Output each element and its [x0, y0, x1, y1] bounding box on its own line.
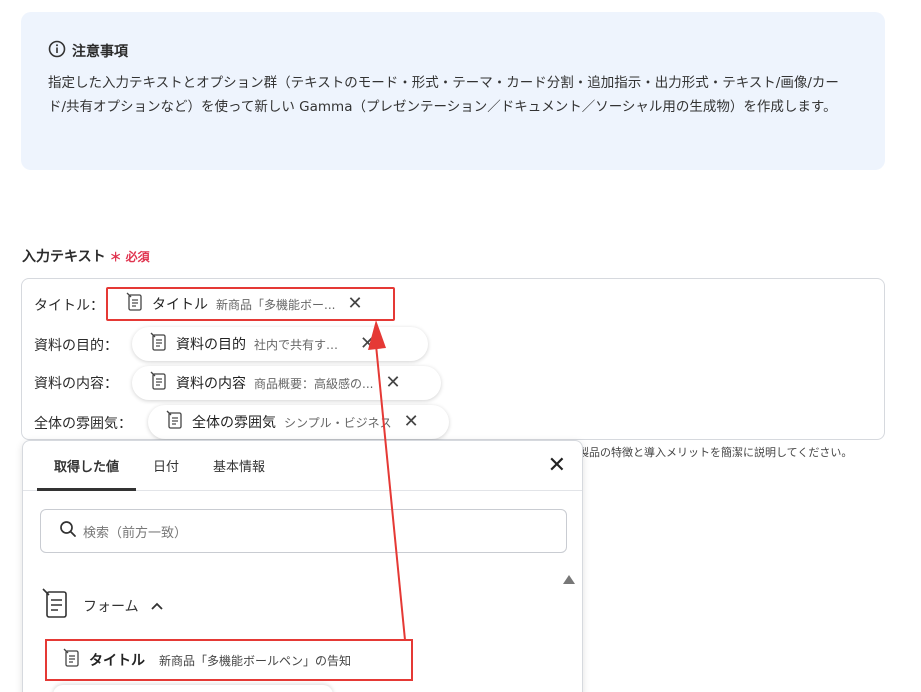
search-placeholder: 検索（前方一致） — [83, 525, 188, 541]
notice-title: 注意事項 — [72, 44, 128, 60]
form-document-icon — [166, 410, 184, 434]
chip-content[interactable]: 資料の内容 商品概要：高級感の... ✕ — [132, 366, 441, 400]
list-item-value: 新商品「多機能ボールペン」の告知 — [159, 653, 352, 668]
chip-content-label: 資料の内容 — [176, 376, 246, 392]
row-label-purpose: 資料の目的： — [34, 338, 118, 354]
row-label-mood: 全体の雰囲気： — [34, 416, 132, 432]
close-icon[interactable]: ✕ — [385, 374, 400, 392]
group-label: フォーム — [83, 599, 139, 615]
search-icon — [59, 520, 77, 542]
scroll-up-arrow-icon[interactable] — [563, 575, 575, 584]
picker-tabs: 取得した値 日付 基本情報 ✕ — [23, 441, 582, 491]
form-document-icon — [150, 332, 168, 356]
required-text: 必須 — [125, 249, 150, 264]
field-hint-text: 製品の特徴と導入メリットを簡潔に説明してください。 — [578, 446, 853, 459]
chip-content-value: 商品概要：高級感の... — [254, 376, 374, 391]
field-label-text: 入力テキスト — [22, 249, 106, 265]
chevron-up-icon[interactable] — [150, 599, 163, 613]
group-form[interactable]: フォーム — [41, 587, 163, 625]
close-icon[interactable]: ✕ — [548, 455, 566, 477]
chip-mood-label: 全体の雰囲気 — [192, 415, 276, 431]
required-mark: ＊ — [109, 249, 122, 264]
value-picker-panel: 取得した値 日付 基本情報 ✕ 検索（前方一致） フォーム タイトル 新商品「多… — [22, 440, 583, 692]
row-label-title: タイトル： — [34, 298, 104, 314]
tab-acquired-values[interactable]: 取得した値 — [37, 441, 137, 491]
tab-basic-info[interactable]: 基本情報 — [196, 441, 282, 491]
list-item[interactable] — [53, 685, 333, 692]
form-document-icon — [150, 371, 168, 395]
tab-date[interactable]: 日付 — [136, 441, 196, 491]
chip-purpose-value: 社内で共有するため — [254, 337, 348, 352]
notice-header: 注意事項 — [48, 40, 858, 62]
chip-title[interactable]: タイトル 新商品「多機能ボー... ✕ — [106, 287, 395, 321]
list-item-title[interactable]: タイトル 新商品「多機能ボールペン」の告知 — [45, 639, 413, 681]
list-item-label: タイトル — [89, 653, 145, 669]
chip-purpose[interactable]: 資料の目的 社内で共有するため ✕ — [132, 327, 428, 361]
chip-title-value: 新商品「多機能ボー... — [216, 297, 336, 312]
row-label-content: 資料の内容： — [34, 376, 118, 392]
chip-title-label: タイトル — [152, 297, 208, 313]
form-document-icon — [126, 292, 144, 316]
input-text-label: 入力テキスト ＊ 必須 — [22, 246, 150, 266]
notice-body: 指定した入力テキストとオプション群（テキストのモード・形式・テーマ・カード分割・… — [48, 75, 839, 115]
close-icon[interactable]: ✕ — [360, 335, 375, 353]
close-icon[interactable]: ✕ — [347, 295, 362, 313]
form-document-icon — [41, 587, 71, 625]
chip-purpose-label: 資料の目的 — [176, 337, 246, 353]
notice-box: 注意事項 指定した入力テキストとオプション群（テキストのモード・形式・テーマ・カ… — [21, 12, 885, 170]
info-circle-icon — [48, 40, 66, 62]
chip-mood-value: シンプル・ビジネス — [284, 415, 392, 430]
chip-mood[interactable]: 全体の雰囲気 シンプル・ビジネス ✕ — [148, 405, 449, 439]
form-document-icon — [63, 648, 81, 672]
close-icon[interactable]: ✕ — [404, 413, 419, 431]
search-input[interactable]: 検索（前方一致） — [40, 509, 567, 553]
